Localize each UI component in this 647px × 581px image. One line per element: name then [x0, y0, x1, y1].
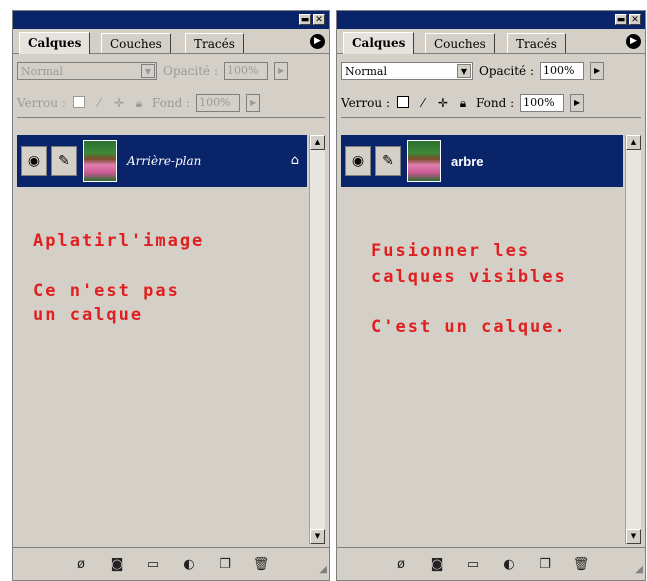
tab-traces[interactable]: Tracés [507, 33, 566, 53]
tab-couches[interactable]: Couches [425, 33, 495, 53]
blend-mode-value: Normal [21, 64, 64, 78]
annotation-line-2: calques visibles [371, 267, 567, 287]
lock-transparency-icon[interactable] [72, 96, 86, 110]
palette-title-bar[interactable]: ▬ ✕ [337, 11, 645, 29]
new-layer-icon[interactable]: ❐ [536, 557, 554, 572]
brush-icon[interactable]: ✎ [51, 146, 77, 176]
close-icon[interactable]: ✕ [629, 14, 641, 25]
layer-thumbnail [83, 140, 117, 182]
close-icon[interactable]: ✕ [313, 14, 325, 25]
lock-transparency-icon[interactable] [396, 96, 410, 110]
lock-position-move-icon[interactable]: ✛ [112, 96, 126, 110]
lock-label: Verrou : [17, 96, 66, 110]
opacity-label: Opacité : [163, 64, 219, 78]
adjustment-layer-icon[interactable]: ◐ [180, 557, 198, 572]
fill-arrow-icon[interactable]: ▶ [246, 94, 261, 112]
resize-grip-icon[interactable]: ◢ [629, 564, 643, 578]
annotation-line-2: Ce n'est pas [33, 281, 180, 301]
lock-fill-row: Verrou : ⁄ ✛ 🔒︎ Fond : 100% ▶ [17, 89, 325, 118]
eye-icon[interactable]: ◉ [21, 146, 47, 176]
scroll-down-icon[interactable]: ▼ [626, 529, 641, 544]
add-mask-icon[interactable]: ◙ [108, 557, 126, 572]
opacity-arrow-icon[interactable]: ▶ [590, 62, 605, 80]
opacity-field[interactable]: 100% [540, 62, 585, 80]
blend-opacity-row: Normal ▼ Opacité : 100% ▶ [17, 59, 325, 83]
lock-all-icon[interactable]: 🔒︎ [132, 96, 146, 110]
fill-label: Fond : [475, 96, 515, 110]
lock-icon: ⌂ [290, 153, 299, 168]
opacity-label: Opacité : [479, 64, 535, 78]
layers-scrollbar[interactable]: ▲ ▼ [625, 135, 641, 544]
eye-icon[interactable]: ◉ [345, 146, 371, 176]
new-set-folder-icon[interactable]: ▭ [464, 557, 482, 572]
layer-row-background[interactable]: ◉ ✎ Arrière-plan ⌂ [17, 135, 307, 187]
tab-calques[interactable]: Calques [19, 32, 91, 54]
palette-title-bar[interactable]: ▬ ✕ [13, 11, 329, 29]
lock-position-move-icon[interactable]: ✛ [436, 96, 450, 110]
blend-opacity-row: Normal ▼ Opacité : 100% ▶ [341, 59, 641, 83]
palette-menu-icon[interactable]: ▶ [626, 34, 641, 49]
layers-palette-right: ▬ ✕ Calques Couches Tracés ▶ Normal ▼ Op… [336, 10, 646, 581]
layer-row-arbre[interactable]: ◉ ✎ arbre [341, 135, 623, 187]
blend-mode-select[interactable]: Normal ▼ [341, 62, 473, 80]
minimize-icon[interactable]: ▬ [299, 14, 311, 25]
scroll-down-icon[interactable]: ▼ [310, 529, 325, 544]
fill-arrow-icon[interactable]: ▶ [570, 94, 585, 112]
fill-label: Fond : [151, 96, 191, 110]
layer-style-icon[interactable]: ø [72, 557, 90, 572]
fill-field[interactable]: 100% [520, 94, 565, 112]
fill-field[interactable]: 100% [196, 94, 241, 112]
scroll-up-icon[interactable]: ▲ [310, 135, 325, 150]
layers-scrollbar[interactable]: ▲ ▼ [309, 135, 325, 544]
layer-thumbnail [407, 140, 441, 182]
lock-fill-row: Verrou : ⁄ ✛ 🔒︎ Fond : 100% ▶ [341, 89, 641, 118]
annotation-line-3: C'est un calque. [371, 317, 567, 337]
chevron-down-icon[interactable]: ▼ [141, 64, 155, 78]
layer-name[interactable]: Arrière-plan [127, 154, 201, 168]
palette-menu-icon[interactable]: ▶ [310, 34, 325, 49]
new-layer-icon[interactable]: ❐ [216, 557, 234, 572]
tab-couches[interactable]: Couches [101, 33, 171, 53]
opacity-field[interactable]: 100% [224, 62, 269, 80]
blend-mode-value: Normal [345, 64, 388, 78]
lock-label: Verrou : [341, 96, 390, 110]
lock-pixels-brush-icon[interactable]: ⁄ [416, 96, 430, 110]
trash-icon[interactable]: 🗑︎ [572, 557, 590, 572]
add-mask-icon[interactable]: ◙ [428, 557, 446, 572]
resize-grip-icon[interactable]: ◢ [313, 564, 327, 578]
layer-style-icon[interactable]: ø [392, 557, 410, 572]
blend-mode-select[interactable]: Normal ▼ [17, 62, 157, 80]
palette-tabs: Calques Couches Tracés ▶ [13, 29, 329, 54]
lock-all-icon[interactable]: 🔒︎ [456, 96, 470, 110]
trash-icon[interactable]: 🗑︎ [252, 557, 270, 572]
tab-calques[interactable]: Calques [343, 32, 415, 54]
annotation-line-1: Fusionner les [371, 241, 531, 261]
opacity-arrow-icon[interactable]: ▶ [274, 62, 289, 80]
palette-bottom-toolbar: ø ◙ ▭ ◐ ❐ 🗑︎ [337, 547, 645, 580]
minimize-icon[interactable]: ▬ [615, 14, 627, 25]
adjustment-layer-icon[interactable]: ◐ [500, 557, 518, 572]
brush-icon[interactable]: ✎ [375, 146, 401, 176]
tab-traces[interactable]: Tracés [185, 33, 244, 53]
palette-tabs: Calques Couches Tracés ▶ [337, 29, 645, 54]
layers-palette-left: ▬ ✕ Calques Couches Tracés ▶ Normal ▼ Op… [12, 10, 330, 581]
palette-bottom-toolbar: ø ◙ ▭ ◐ ❐ 🗑︎ [13, 547, 329, 580]
layer-name[interactable]: arbre [451, 154, 484, 169]
photoshop-layers-comparison: ▬ ✕ Calques Couches Tracés ▶ Normal ▼ Op… [0, 0, 647, 581]
new-set-folder-icon[interactable]: ▭ [144, 557, 162, 572]
annotation-line-3: un calque [33, 305, 144, 325]
scroll-up-icon[interactable]: ▲ [626, 135, 641, 150]
annotation-line-1: Aplatirl'image [33, 231, 205, 251]
lock-pixels-brush-icon[interactable]: ⁄ [92, 96, 106, 110]
chevron-down-icon[interactable]: ▼ [457, 64, 471, 78]
